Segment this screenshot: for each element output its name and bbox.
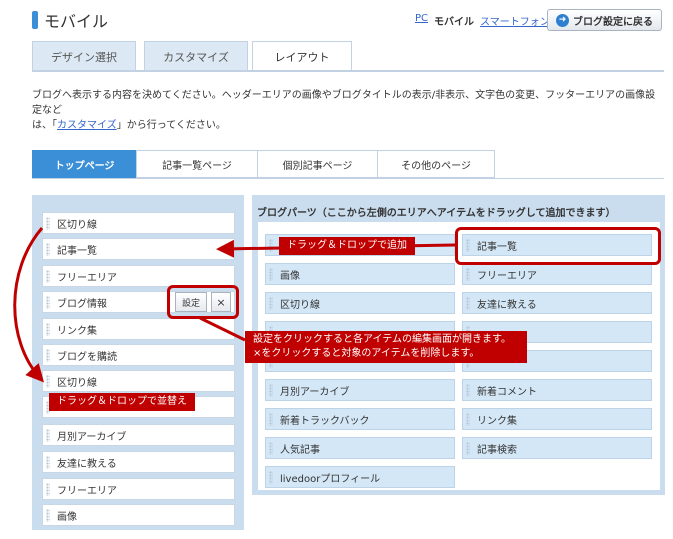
callout-reorder: ドラッグ＆ドロップで並替え — [49, 393, 195, 411]
settings-pointer-line — [199, 316, 246, 342]
callout-settings: 設定をクリックすると各アイテムの編集画面が開きます。 ×をクリックすると対象のア… — [245, 331, 527, 363]
annotation-arrows — [13, 227, 456, 383]
reorder-arrow — [13, 227, 44, 383]
callout-settings-line2: ×をクリックすると対象のアイテムを削除します。 — [253, 348, 480, 359]
callout-add: ドラッグ＆ドロップで追加 — [279, 237, 415, 255]
callout-settings-line1: 設定をクリックすると各アイテムの編集画面が開きます。 — [253, 334, 511, 345]
